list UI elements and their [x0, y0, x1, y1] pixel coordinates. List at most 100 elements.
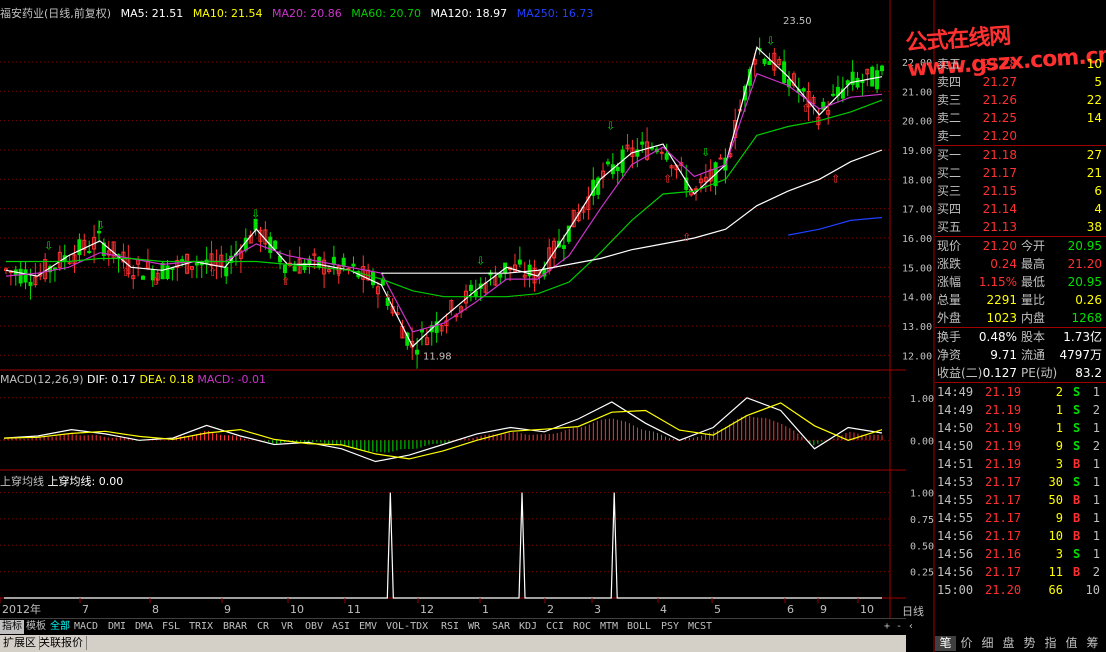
stat-value: 0.24 — [990, 257, 1017, 271]
buy-arrow-icon: ⇩ — [251, 207, 260, 220]
indicator-tab[interactable]: 模板 — [24, 620, 48, 634]
candle-body — [659, 151, 664, 154]
indicator-tab[interactable]: DMI — [106, 620, 128, 634]
bid-row: 买二 21.17 21 — [935, 164, 1106, 182]
tab-related-quotes[interactable]: 关联报价 — [36, 636, 87, 650]
date-tick-label: 9 — [820, 603, 827, 616]
buy-arrow-icon: ⇩ — [766, 34, 775, 47]
indicator-tab[interactable]: VR — [279, 620, 295, 634]
candle-body — [371, 271, 376, 286]
zoom-out-button[interactable]: - — [894, 620, 904, 634]
indicator-tab[interactable]: 全部 — [48, 620, 72, 634]
ask-volume: 14 — [1086, 111, 1102, 125]
indicator-tab[interactable]: RSI — [439, 620, 461, 634]
stat-value: 83.2 — [1075, 366, 1102, 380]
tick-count: 1 — [1092, 493, 1100, 507]
date-tick-label: 2012年 — [2, 602, 41, 616]
tick-row: 14:56 21.16 3 S 1 — [935, 545, 1106, 563]
tick-volume: 1 — [1055, 403, 1063, 417]
indicator-tab[interactable]: WR — [466, 620, 482, 634]
indicator-tab[interactable]: OBV — [303, 620, 325, 634]
right-tab[interactable]: 价 — [956, 636, 977, 651]
tick-row: 14:55 21.17 50 B 1 — [935, 491, 1106, 509]
indicator-tab[interactable]: DMA — [133, 620, 155, 634]
stat-label: 今开 — [1021, 239, 1046, 253]
tick-direction: B — [1073, 511, 1081, 525]
stat-value: 0.127 — [982, 366, 1017, 380]
candle-body — [77, 239, 82, 256]
tick-price: 21.17 — [985, 475, 1022, 489]
indicator-tab[interactable]: FSL — [160, 620, 182, 634]
bid-row: 买五 21.13 38 — [935, 218, 1106, 236]
tick-row: 14:56 21.17 10 B 1 — [935, 527, 1106, 545]
tick-count: 2 — [1092, 439, 1100, 453]
right-tab[interactable]: 细 — [977, 636, 998, 651]
tick-count: 2 — [1092, 403, 1100, 417]
tab-extension-area[interactable]: 扩展区 — [0, 636, 40, 650]
indicator-tab[interactable]: MACD — [72, 620, 100, 634]
right-tab[interactable]: 笔 — [935, 636, 956, 651]
candle-body — [831, 93, 836, 96]
right-tab[interactable]: 势 — [1019, 636, 1040, 651]
indicator-tab[interactable]: MTM — [598, 620, 620, 634]
stat-value: 1.15% — [978, 275, 1017, 289]
signal-tick-label: 0.25 — [910, 568, 934, 579]
indicator-tab[interactable]: BOLL — [625, 620, 653, 634]
bid-label: 买五 — [937, 220, 962, 234]
indicator-tab[interactable]: BRAR — [221, 620, 249, 634]
zoom-in-button[interactable]: + — [882, 620, 892, 634]
candle-body — [870, 66, 875, 87]
candle-body — [23, 269, 28, 283]
indicator-tab[interactable]: CCI — [544, 620, 566, 634]
stat-value: 0.48% — [978, 330, 1017, 344]
tick-price: 21.19 — [985, 421, 1022, 435]
candle-body — [28, 281, 33, 286]
macd-tick-label: 1.00 — [910, 394, 934, 405]
tick-direction: B — [1073, 529, 1081, 543]
indicator-tab[interactable]: VOL-TDX — [384, 620, 430, 634]
indicator-tab[interactable]: TRIX — [187, 620, 215, 634]
indicator-tab[interactable]: PSY — [659, 620, 681, 634]
tick-volume: 3 — [1055, 547, 1063, 561]
tick-time: 14:49 — [937, 385, 974, 399]
price-tick-label: 19.00 — [902, 146, 932, 157]
indicator-tab[interactable]: ROC — [571, 620, 593, 634]
bid-label: 买三 — [937, 184, 962, 198]
candle-body — [561, 245, 566, 250]
indicator-tab[interactable]: ASI — [330, 620, 352, 634]
indicator-tab[interactable]: 指标 — [0, 620, 24, 634]
indicator-tab[interactable]: MCST — [686, 620, 714, 634]
tick-time: 15:00 — [937, 583, 974, 597]
candle-body — [194, 262, 199, 266]
stat-label: 内盘 — [1021, 311, 1046, 325]
ask-label: 卖二 — [937, 111, 962, 125]
signal-line — [4, 492, 882, 599]
ma5-label: MA5: 21.51 — [120, 7, 184, 20]
indicator-tab[interactable]: KDJ — [517, 620, 539, 634]
tick-price: 21.16 — [985, 547, 1022, 561]
indicator-tab[interactable]: EMV — [357, 620, 379, 634]
right-tab[interactable]: 值 — [1061, 636, 1082, 651]
sell-arrow-icon: ⇧ — [831, 172, 840, 185]
indicator-tab[interactable]: CR — [255, 620, 271, 634]
bid-price: 21.17 — [982, 166, 1017, 180]
candle-body — [253, 218, 258, 231]
date-tick-label: 5 — [714, 603, 721, 616]
candle-body — [517, 259, 522, 265]
candle-body — [273, 240, 278, 250]
bid-price: 21.18 — [982, 148, 1017, 162]
bid-volume: 21 — [1086, 166, 1102, 180]
right-tab[interactable]: 盘 — [998, 636, 1019, 651]
main-legend: 福安药业(日线,前复权) MA5: 21.51 MA10: 21.54 MA20… — [0, 5, 599, 21]
scroll-left-button[interactable]: ‹ — [906, 620, 916, 634]
candle-body — [415, 349, 420, 355]
buy-arrow-icon: ⇩ — [44, 240, 53, 253]
stat-label: 净资 — [937, 348, 962, 362]
tick-volume: 9 — [1055, 439, 1063, 453]
indicator-tab[interactable]: SAR — [490, 620, 512, 634]
right-tab[interactable]: 指 — [1040, 636, 1061, 651]
stat-value: 4797万 — [1059, 348, 1102, 362]
price-tick-label: 14.00 — [902, 293, 932, 304]
tick-row: 14:53 21.17 30 S 1 — [935, 473, 1106, 491]
right-tab[interactable]: 筹 — [1082, 636, 1103, 651]
